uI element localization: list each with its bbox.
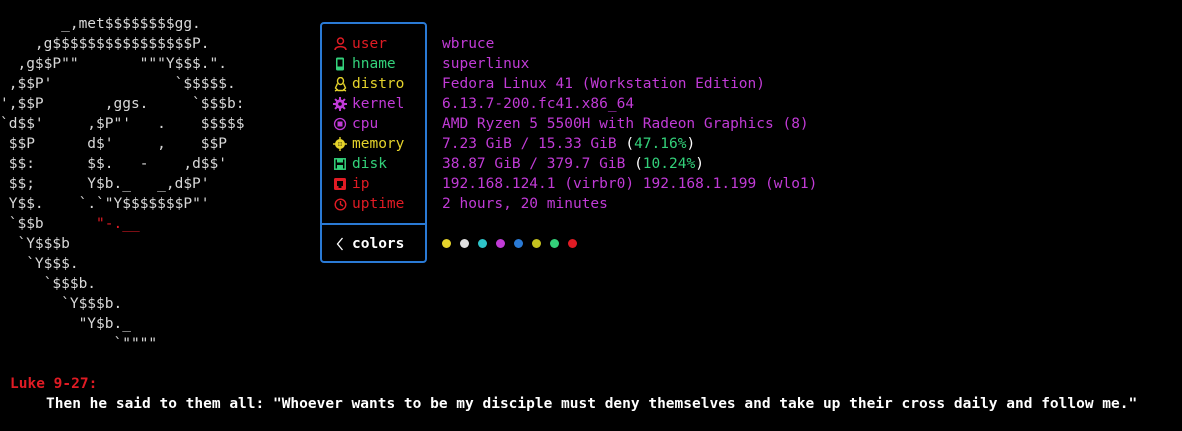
logo-line: $$: $$. - ,d$$': [0, 156, 227, 172]
info-key-cpu: cpu: [352, 116, 379, 132]
logo-line: ,g$$$$$$$$$$$$$$$$P.: [0, 36, 210, 52]
memory-icon: [333, 134, 347, 154]
info-value-distro: Fedora Linux 41 (Workstation Edition): [442, 76, 766, 92]
clock-icon: [333, 194, 347, 214]
info-key-distro: distro: [352, 76, 405, 92]
color-swatch: [514, 238, 523, 248]
disk-icon: [333, 154, 347, 174]
info-key-hname: hname: [352, 56, 396, 72]
phone-icon: [333, 54, 347, 74]
logo-line: "Y$b._: [0, 316, 131, 332]
color-swatch: [496, 238, 505, 248]
network-icon: [333, 174, 347, 194]
user-icon: [333, 34, 347, 54]
logo-line: `Y$$$b: [0, 236, 70, 252]
memory-percent: 47.16%: [634, 136, 687, 152]
gear-icon: [333, 94, 347, 114]
color-swatch: [460, 238, 469, 248]
linux-tux-icon: [333, 74, 347, 94]
info-key-disk: disk: [352, 156, 387, 172]
logo-line: `$$b "-.__: [0, 216, 140, 232]
colors-label: colors: [352, 236, 405, 252]
info-key-uptime: uptime: [352, 196, 405, 212]
logo-line: ,$$P' `$$$$$.: [0, 76, 236, 92]
color-swatch: [442, 238, 451, 248]
color-swatch: [478, 238, 487, 248]
color-swatch: [532, 238, 541, 248]
disk-percent: 10.24%: [642, 156, 696, 172]
logo-line: `Y$$$.: [0, 256, 79, 272]
color-swatch: [550, 238, 559, 248]
info-value-kernel: 6.13.7-200.fc41.x86_64: [442, 96, 635, 112]
info-value-uptime: 2 hours, 20 minutes: [442, 196, 608, 212]
memory-usage: 7.23 GiB / 15.33 GiB: [442, 136, 626, 152]
info-value-ip: 192.168.124.1 (virbr0) 192.168.1.199 (wl…: [442, 176, 818, 192]
logo-line: `"""": [0, 336, 158, 352]
info-value-cpu: AMD Ryzen 5 5500H with Radeon Graphics (…: [442, 116, 809, 132]
logo-line: $$; Y$b._ _,d$P': [0, 176, 210, 192]
ascii-logo: _,met$$$$$$$$gg. ,g$$$$$$$$$$$$$$$$P. ,g…: [0, 14, 244, 354]
logo-line: Y$$. `.`"Y$$$$$$$P"': [0, 196, 210, 212]
info-key-kernel: kernel: [352, 96, 405, 112]
disk-usage: 38.87 GiB / 379.7 GiB: [442, 156, 635, 172]
info-key-ip: ip: [352, 176, 370, 192]
verse-reference: Luke 9-27:: [10, 376, 98, 392]
info-key-user: user: [352, 36, 387, 52]
info-value-disk: 38.87 GiB / 379.7 GiB (10.24%): [442, 156, 704, 172]
logo-line: `d$$' ,$P"' . $$$$$: [0, 116, 245, 132]
info-key-memory: memory: [352, 136, 405, 152]
color-swatch: [568, 238, 577, 248]
info-value-memory: 7.23 GiB / 15.33 GiB (47.16%): [442, 136, 696, 152]
logo-line: `Y$$$b.: [0, 296, 123, 312]
logo-line: _,met$$$$$$$$gg.: [0, 16, 201, 32]
info-value-user: wbruce: [442, 36, 495, 52]
logo-line: $$P d$' , $$P: [0, 136, 227, 152]
info-value-hname: superlinux: [442, 56, 530, 72]
chevron-left-icon: [333, 234, 347, 254]
logo-line: ,g$$P"" """Y$$$.".: [0, 56, 227, 72]
cpu-icon: [333, 114, 347, 134]
color-palette: [442, 233, 577, 253]
box-divider: [322, 223, 425, 225]
logo-line: `$$$b.: [0, 276, 97, 292]
logo-line: ',$$P ,ggs. `$$$b:: [0, 96, 245, 112]
verse-text: Then he said to them all: "Whoever wants…: [46, 396, 1138, 412]
